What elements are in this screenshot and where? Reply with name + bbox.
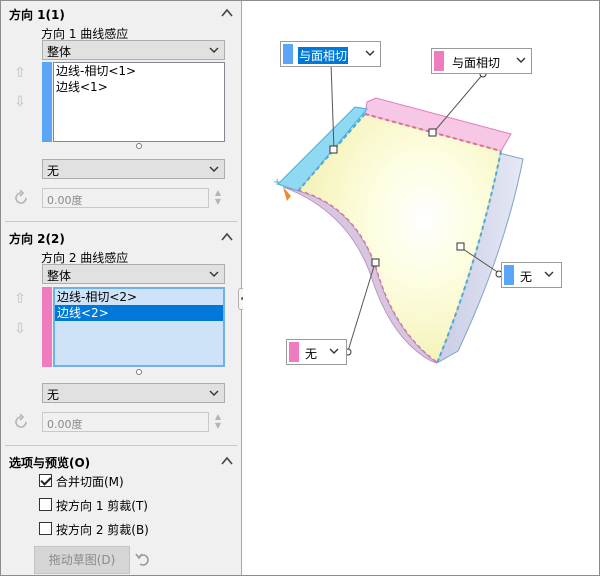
callout-color-swatch: [504, 265, 514, 285]
direction1-influence-select[interactable]: 整体: [42, 40, 225, 60]
list-item[interactable]: 边线-相切<2>: [55, 289, 223, 305]
property-panel: 方向 1(1) 方向 1 曲线感应 整体 ⇧ ⇩ 边线-相切<1> 边线<1> …: [1, 1, 242, 575]
callout-top-right[interactable]: 与面相切: [431, 48, 532, 74]
callout-top-left[interactable]: 与面相切: [280, 41, 381, 67]
chevron-down-icon: [209, 390, 219, 396]
edge-handle: [329, 145, 338, 154]
options-header[interactable]: 选项与预览(O): [1, 451, 242, 473]
list-item[interactable]: 边线<1>: [54, 79, 224, 95]
chevron-down-icon: [209, 47, 219, 53]
chevron-up-icon[interactable]: [220, 230, 234, 244]
direction1-angle-spinner[interactable]: ▲ ▼: [212, 188, 224, 208]
direction2-angle-spinner[interactable]: ▲ ▼: [212, 412, 224, 432]
reverse-direction-icon[interactable]: [13, 414, 29, 430]
callout-bottom-left-value[interactable]: 无: [305, 345, 317, 362]
arrow-up-icon[interactable]: ⇧: [13, 65, 27, 81]
list-resize-handle[interactable]: [136, 369, 142, 375]
chevron-down-icon[interactable]: [363, 48, 377, 60]
direction2-title: 方向 2(2): [9, 232, 65, 246]
callout-right-value[interactable]: 无: [520, 268, 532, 285]
direction1-tangent-value: 无: [47, 164, 60, 178]
corner-marker: +: [273, 177, 281, 188]
reverse-direction-icon[interactable]: [13, 190, 29, 206]
divider: [5, 221, 237, 222]
callout-top-left-value[interactable]: 与面相切: [298, 47, 349, 64]
surface-preview: +: [273, 58, 524, 365]
list-item-selected[interactable]: 边线<2>: [55, 305, 223, 321]
list-resize-handle[interactable]: [136, 143, 142, 149]
chevron-down-icon: [209, 271, 219, 277]
edge-handle: [371, 258, 380, 267]
direction1-influence-value: 整体: [47, 45, 72, 59]
direction1-edge-list[interactable]: 边线-相切<1> 边线<1>: [53, 62, 225, 142]
direction2-tangent-select[interactable]: 无: [42, 383, 225, 403]
direction1-tangent-select[interactable]: 无: [42, 159, 225, 179]
arrow-down-icon[interactable]: ⇩: [13, 94, 27, 110]
callout-color-swatch: [283, 44, 293, 64]
callout-top-right-value[interactable]: 与面相切: [452, 54, 500, 71]
list-item[interactable]: 边线-相切<1>: [54, 63, 224, 79]
direction2-color-bar: [42, 287, 52, 367]
direction2-angle-value: 0.00度: [47, 418, 83, 431]
drag-sketch-button[interactable]: 拖动草图(D): [34, 546, 130, 574]
trim-direction2-checkbox[interactable]: [39, 522, 52, 535]
direction1-angle-value: 0.00度: [47, 194, 83, 207]
callout-right[interactable]: 无: [501, 262, 562, 288]
edge-handle: [428, 128, 437, 137]
options-title: 选项与预览(O): [9, 456, 91, 470]
edge-handle: [456, 242, 465, 251]
direction2-header[interactable]: 方向 2(2): [1, 227, 242, 249]
undo-icon[interactable]: [135, 551, 151, 567]
callout-color-swatch: [434, 51, 444, 71]
direction1-header[interactable]: 方向 1(1): [1, 3, 242, 25]
trim-direction2-label: 按方向 2 剪裁(B): [56, 523, 149, 537]
arrow-down-icon[interactable]: ⇩: [13, 321, 27, 337]
merge-faces-label: 合并切面(M): [56, 475, 124, 489]
trim-direction1-checkbox[interactable]: [39, 498, 52, 511]
direction2-edge-list[interactable]: 边线-相切<2> 边线<2>: [53, 287, 225, 367]
chevron-down-icon[interactable]: [542, 269, 556, 281]
graphics-viewport[interactable]: + 与面相切 与面相切 无 无: [243, 1, 599, 575]
merge-faces-checkbox[interactable]: [39, 474, 52, 487]
leader-line: [347, 262, 376, 352]
callout-color-swatch: [289, 342, 299, 362]
direction1-color-bar: [42, 62, 52, 142]
direction2-influence-value: 整体: [47, 269, 72, 283]
chevron-down-icon[interactable]: [327, 346, 341, 358]
arrow-up-icon[interactable]: ⇧: [13, 291, 27, 307]
direction1-angle-input[interactable]: 0.00度: [42, 188, 209, 208]
chevron-down-icon: [209, 166, 219, 172]
trim-direction1-label: 按方向 1 剪裁(T): [56, 499, 148, 513]
direction2-tangent-value: 无: [47, 388, 60, 402]
direction1-title: 方向 1(1): [9, 8, 65, 22]
callout-bottom-left[interactable]: 无: [286, 339, 347, 365]
direction2-influence-select[interactable]: 整体: [42, 264, 225, 284]
chevron-up-icon[interactable]: [220, 6, 234, 20]
chevron-down-icon[interactable]: [514, 55, 528, 67]
direction2-angle-input[interactable]: 0.00度: [42, 412, 209, 432]
chevron-up-icon[interactable]: [220, 454, 234, 468]
divider: [5, 445, 237, 446]
